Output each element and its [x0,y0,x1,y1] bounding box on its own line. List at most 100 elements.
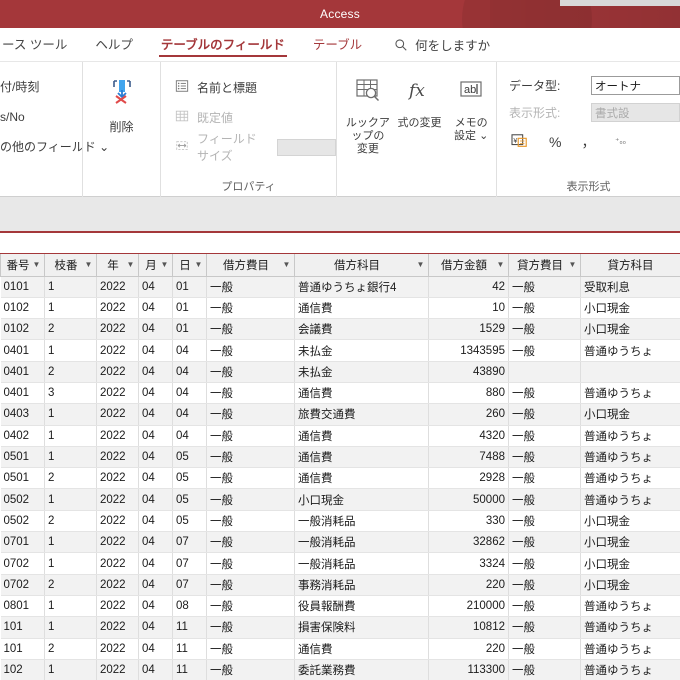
table-row[interactable]: 0501 2 2022 04 05 一般 通信費 2928 一般 普通ゆうちょ [0,467,680,490]
cell-month[interactable]: 04 [138,595,173,618]
cell-dr_item[interactable]: 一般 [206,552,295,575]
cell-dr_amount[interactable]: 1529 [428,318,509,341]
cell-cr_item[interactable] [508,361,581,383]
cell-month[interactable]: 04 [138,446,173,469]
chevron-down-icon[interactable]: ▼ [568,260,577,269]
cell-branch[interactable]: 1 [44,425,97,447]
cell-branch[interactable]: 2 [44,638,97,660]
cell-dr_amount[interactable]: 220 [428,638,509,660]
cell-branch[interactable]: 1 [44,276,97,298]
table-row[interactable]: 101 1 2022 04 11 一般 損害保険料 10812 一般 普通ゆうちょ [0,616,680,639]
cell-dr_amount[interactable]: 42 [428,276,509,298]
column-header-dr_acct[interactable]: 借方科目 ▼ [294,254,429,277]
cell-dr_amount[interactable]: 43890 [428,361,509,383]
cell-dr_item[interactable]: 一般 [206,574,295,596]
cell-year[interactable]: 2022 [96,552,139,575]
cell-branch[interactable]: 1 [44,403,97,426]
cell-id[interactable]: 0401 [0,361,45,383]
cell-day[interactable]: 04 [172,361,207,383]
table-row[interactable]: 0702 1 2022 04 07 一般 一般消耗品 3324 一般 小口現金 [0,552,680,575]
cell-cr_item[interactable]: 一般 [508,574,581,596]
cell-day[interactable]: 04 [172,425,207,447]
cell-month[interactable]: 04 [138,403,173,426]
cell-cr_acct[interactable]: 普通ゆうちょ [580,425,680,447]
chevron-down-icon[interactable]: ▼ [194,260,203,269]
cell-dr_acct[interactable]: 損害保険料 [294,616,429,639]
cell-id[interactable]: 0102 [0,297,45,320]
cell-year[interactable]: 2022 [96,531,139,554]
cell-dr_acct[interactable]: 一般消耗品 [294,552,429,575]
cell-dr_acct[interactable]: 通信費 [294,446,429,469]
cell-cr_acct[interactable]: 小口現金 [580,531,680,554]
cell-dr_amount[interactable]: 220 [428,574,509,596]
cell-branch[interactable]: 1 [44,446,97,469]
cell-cr_acct[interactable]: 小口現金 [580,318,680,341]
cell-year[interactable]: 2022 [96,659,139,680]
cell-id[interactable]: 0403 [0,403,45,426]
table-row[interactable]: 102 1 2022 04 11 一般 委託業務費 113300 一般 普通ゆうちょ [0,659,680,680]
table-row[interactable]: 0502 2 2022 04 05 一般 一般消耗品 330 一般 小口現金 [0,510,680,533]
cell-dr_amount[interactable]: 50000 [428,488,509,511]
data-type-select[interactable]: オートナ [591,76,680,95]
cell-branch[interactable]: 3 [44,382,97,405]
cell-branch[interactable]: 1 [44,552,97,575]
cell-day[interactable]: 05 [172,467,207,490]
cell-dr_acct[interactable]: 事務消耗品 [294,574,429,596]
cell-month[interactable]: 04 [138,339,173,362]
cell-dr_acct[interactable]: 旅費交通費 [294,403,429,426]
cell-dr_amount[interactable]: 260 [428,403,509,426]
cell-cr_acct[interactable]: 小口現金 [580,297,680,320]
cell-day[interactable]: 11 [172,659,207,680]
table-row[interactable]: 0801 1 2022 04 08 一般 役員報酬費 210000 一般 普通ゆうちょ [0,595,680,618]
increase-decimal-icon[interactable]: ⁺₀₀ [615,133,633,152]
chevron-down-icon[interactable]: ▼ [282,260,291,269]
horizontal-scroll-sliver[interactable] [560,0,680,6]
cell-cr_item[interactable]: 一般 [508,318,581,341]
cell-cr_item[interactable]: 一般 [508,382,581,405]
cell-dr_item[interactable]: 一般 [206,531,295,554]
table-row[interactable]: 0403 1 2022 04 04 一般 旅費交通費 260 一般 小口現金 [0,403,680,426]
cell-month[interactable]: 04 [138,382,173,405]
cell-cr_acct[interactable]: 小口現金 [580,403,680,426]
cell-month[interactable]: 04 [138,467,173,490]
cell-month[interactable]: 04 [138,318,173,341]
cell-branch[interactable]: 1 [44,339,97,362]
cell-dr_amount[interactable]: 3324 [428,552,509,575]
cell-year[interactable]: 2022 [96,595,139,618]
name-and-caption-button[interactable]: 名前と標題 [161,72,336,102]
cell-dr_acct[interactable]: 委託業務費 [294,659,429,680]
cell-month[interactable]: 04 [138,425,173,447]
cell-branch[interactable]: 1 [44,659,97,680]
cell-year[interactable]: 2022 [96,467,139,490]
cell-day[interactable]: 04 [172,403,207,426]
cell-cr_acct[interactable] [580,361,680,383]
cell-dr_amount[interactable]: 2928 [428,467,509,490]
cell-cr_acct[interactable]: 普通ゆうちょ [580,382,680,405]
cell-cr_acct[interactable]: 普通ゆうちょ [580,638,680,660]
cell-branch[interactable]: 1 [44,616,97,639]
cell-branch[interactable]: 2 [44,510,97,533]
cell-cr_acct[interactable]: 普通ゆうちょ [580,467,680,490]
cell-dr_acct[interactable]: 通信費 [294,638,429,660]
cell-month[interactable]: 04 [138,616,173,639]
cell-cr_item[interactable]: 一般 [508,467,581,490]
cell-cr_item[interactable]: 一般 [508,638,581,660]
cell-dr_amount[interactable]: 4320 [428,425,509,447]
cell-month[interactable]: 04 [138,510,173,533]
cell-cr_item[interactable]: 一般 [508,510,581,533]
cell-dr_item[interactable]: 一般 [206,616,295,639]
cell-dr_amount[interactable]: 10812 [428,616,509,639]
cell-dr_item[interactable]: 一般 [206,403,295,426]
modify-expression-button[interactable]: fx 式の変更 [395,68,445,197]
cell-cr_acct[interactable]: 普通ゆうちょ [580,488,680,511]
cell-id[interactable]: 0801 [0,595,45,618]
cell-dr_item[interactable]: 一般 [206,318,295,341]
cell-day[interactable]: 04 [172,339,207,362]
column-header-dr_amount[interactable]: 借方金額 ▼ [428,254,509,277]
cell-cr_acct[interactable]: 小口現金 [580,552,680,575]
field-type-yesno[interactable]: s/No [0,102,82,132]
cell-branch[interactable]: 2 [44,361,97,383]
cell-year[interactable]: 2022 [96,425,139,447]
cell-branch[interactable]: 1 [44,297,97,320]
delete-field-button[interactable]: 削除 [83,68,161,135]
